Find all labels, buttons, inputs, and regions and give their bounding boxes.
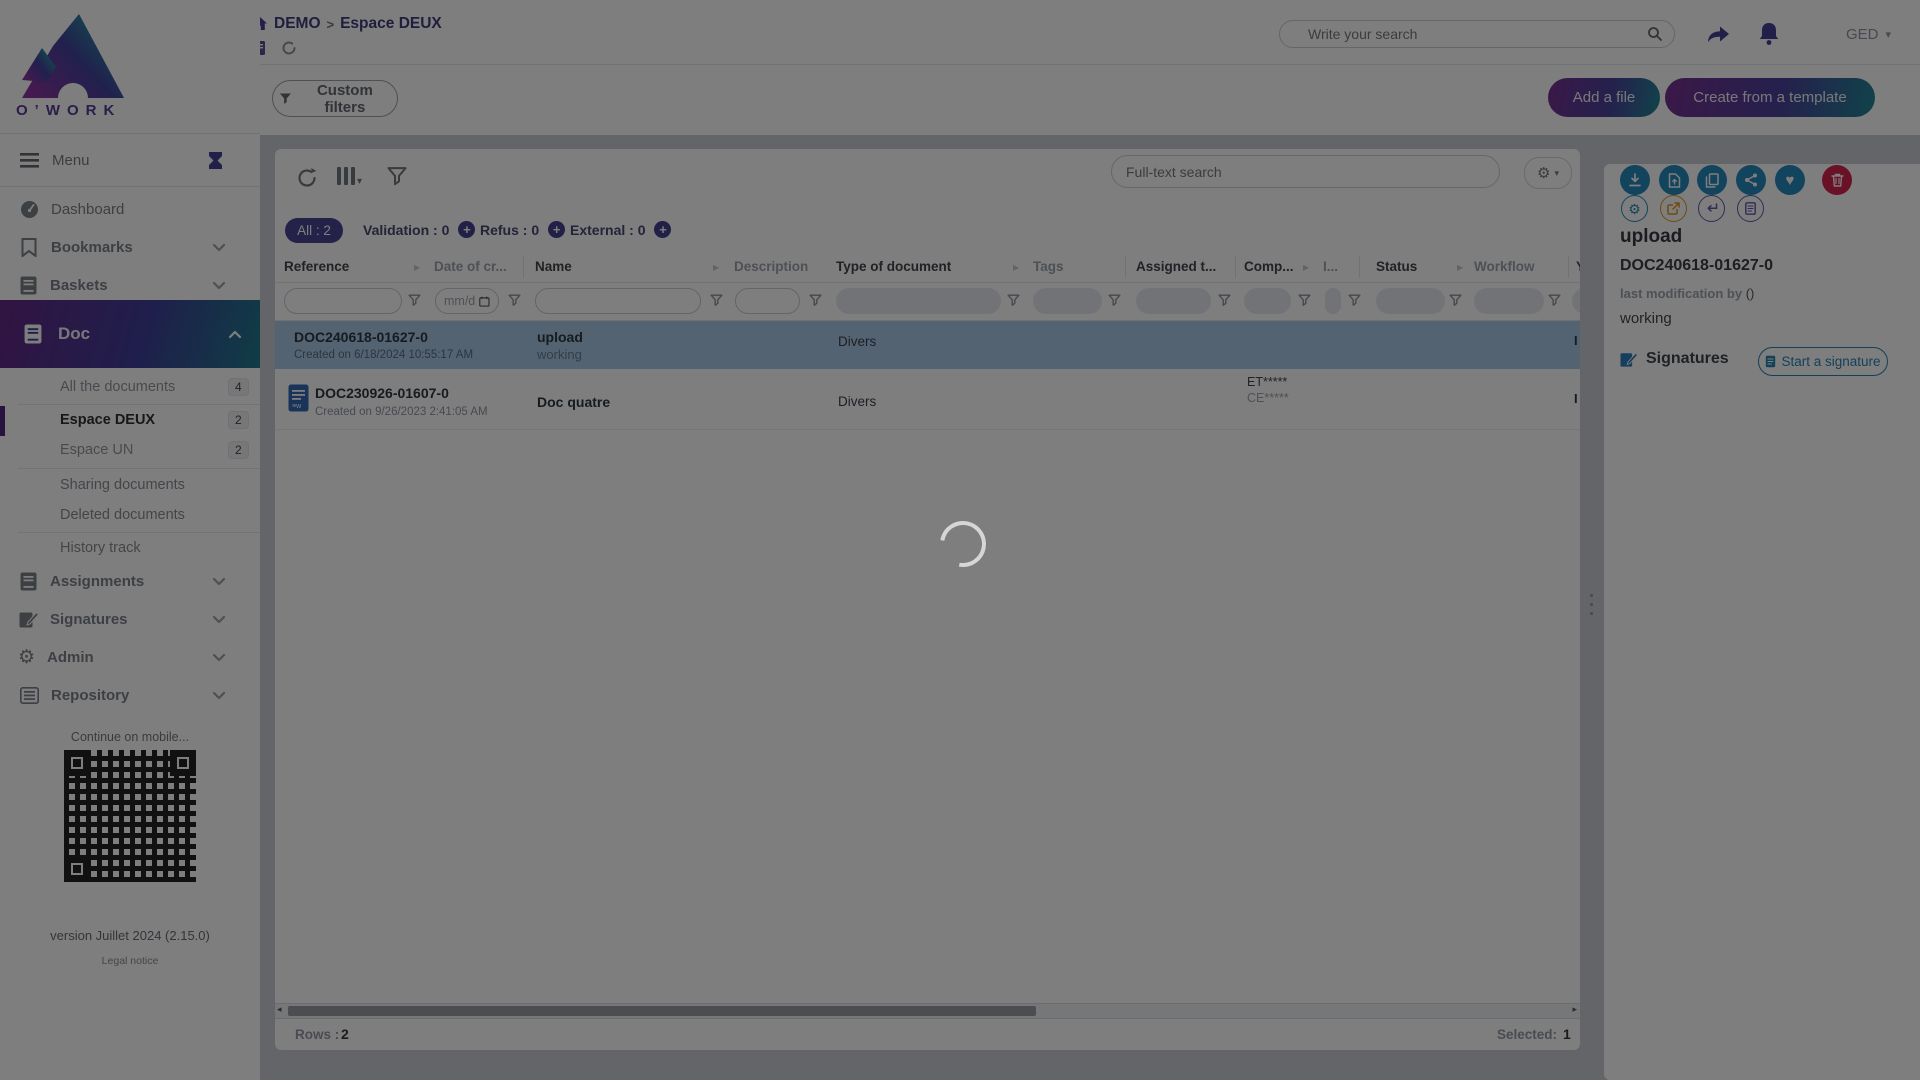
app-window: DEMO > Espace DEUX GED ▾ Custom filters …: [0, 0, 1920, 1080]
